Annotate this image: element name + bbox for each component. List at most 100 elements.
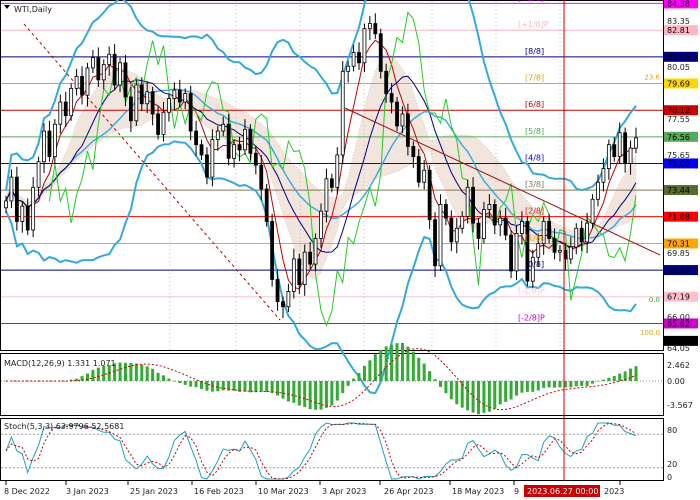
price-bar-body — [460, 215, 465, 229]
macd-histogram-bar — [276, 381, 280, 396]
macd-histogram-bar — [96, 367, 100, 381]
chart-canvas[interactable]: [+2/8]P [+1/8]P [8/8] [7/8] [6/8] [5/8] [4/8] [… — [0, 0, 700, 500]
macd-histogram-bar — [400, 342, 404, 381]
price-bar-body — [210, 139, 215, 178]
price-bar-body — [52, 123, 57, 158]
macd-histogram-bar — [444, 381, 448, 394]
macd-histogram-bar — [297, 381, 301, 406]
price-bar-body — [308, 251, 313, 265]
macd-histogram-bar — [270, 381, 274, 394]
time-axis-label: 9 — [514, 487, 519, 496]
price-badge-text: 79.69 — [667, 79, 690, 88]
macd-axis-label: -3.567 — [667, 401, 693, 410]
price-bar-body — [617, 132, 622, 158]
macd-histogram-bar — [411, 351, 415, 381]
collapse-triangle-icon[interactable] — [4, 5, 10, 9]
price-bar-body — [270, 221, 275, 280]
price-bar-body — [85, 67, 90, 96]
price-bar-body — [405, 113, 410, 147]
price-bar-body — [302, 251, 307, 285]
macd-histogram-bar — [248, 381, 252, 393]
price-bar-body — [199, 144, 204, 156]
macd-histogram-bar — [156, 372, 160, 381]
price-bar-body — [324, 178, 329, 212]
macd-histogram-bar — [629, 368, 633, 381]
price-bar-body — [69, 87, 74, 117]
price-bar-body — [167, 98, 171, 113]
price-bar-body — [487, 203, 492, 210]
macd-histogram-bar — [531, 381, 535, 392]
price-bar-body — [558, 250, 562, 253]
macd-histogram-bar — [498, 381, 502, 405]
macd-histogram-bar — [123, 362, 127, 381]
price-bar-body — [357, 52, 361, 64]
price-bar-body — [25, 205, 30, 231]
price-bar-body — [606, 144, 611, 169]
macd-histogram-bar — [509, 381, 513, 400]
macd-histogram-bar — [455, 381, 459, 405]
macd-histogram-bar — [91, 369, 95, 381]
macd-histogram-bar — [254, 381, 258, 393]
macd-histogram-bar — [406, 346, 410, 381]
murrey-level-label: [6/8] — [525, 100, 544, 109]
price-bar-body — [378, 33, 383, 72]
price-bar-body — [465, 186, 470, 217]
macd-histogram-bar — [520, 381, 524, 393]
fib-level-label: 100.0 — [640, 329, 660, 337]
macd-histogram-bar — [569, 381, 573, 388]
price-bar-body — [547, 221, 552, 239]
price-bar-body — [498, 217, 503, 226]
price-bar-body — [58, 101, 63, 125]
macd-histogram-bar — [585, 381, 589, 386]
price-badge-text: 75.00 — [667, 159, 690, 168]
price-bar-body — [205, 154, 209, 178]
macd-histogram-bar — [482, 381, 486, 413]
price-bar-body — [243, 128, 247, 151]
macd-histogram-bar — [601, 379, 605, 381]
price-bar-body — [150, 91, 155, 115]
macd-histogram-bar — [477, 381, 480, 415]
price-bar-body — [552, 238, 557, 253]
macd-histogram-bar — [525, 381, 529, 392]
macd-axis-label: 2.462 — [667, 361, 690, 370]
price-bar-body — [63, 101, 68, 117]
price-bar-body — [395, 101, 399, 127]
price-bar-body — [215, 130, 220, 140]
macd-histogram-bar — [558, 381, 562, 388]
stoch-label: Stoch(5,3,3) 63.9796 52.5681 — [4, 422, 124, 431]
price-bar-body — [411, 145, 416, 158]
macd-histogram-bar — [596, 381, 600, 382]
price-bar-body — [585, 222, 590, 243]
price-bar-body — [226, 123, 231, 159]
macd-histogram-bar — [194, 381, 198, 388]
macd-histogram-bar — [612, 376, 616, 381]
price-bar-body — [590, 198, 595, 224]
fib-level-label: 23.6 — [644, 74, 660, 82]
price-bar-body — [221, 123, 226, 132]
price-bar-body — [275, 279, 280, 303]
macd-histogram-bar — [314, 381, 318, 410]
murrey-level-label: [7/8] — [525, 73, 544, 82]
price-bar-body — [422, 169, 427, 183]
price-bar-body — [612, 144, 617, 158]
macd-histogram-bar — [259, 381, 263, 392]
price-bar-body — [492, 203, 497, 226]
price-bar-body — [156, 113, 160, 135]
price-axis-label: 69.85 — [667, 249, 690, 258]
stoch-axis-label: 0 — [667, 473, 672, 482]
macd-histogram-bar — [362, 365, 366, 381]
price-badges: 84.38 82.81 81.25 79.69 78.12 76.56 75.00 73.44… — [664, 0, 698, 346]
price-bar-body — [20, 205, 25, 222]
murrey-level-label: [2/8] — [525, 207, 544, 216]
time-axis-label: 10 Mar 2023 — [258, 487, 309, 496]
macd-histogram-bar — [85, 373, 89, 381]
macd-histogram-bar — [172, 381, 176, 382]
macd-histogram-bar — [357, 373, 361, 381]
macd-histogram-bar — [384, 346, 388, 381]
murrey-level-label: [0/8] — [525, 260, 544, 269]
macd-histogram-bar — [422, 363, 426, 381]
price-bar-body — [188, 93, 193, 132]
price-bar-body — [139, 84, 144, 105]
macd-histogram-bar — [574, 381, 578, 387]
price-bar-body — [177, 89, 182, 103]
